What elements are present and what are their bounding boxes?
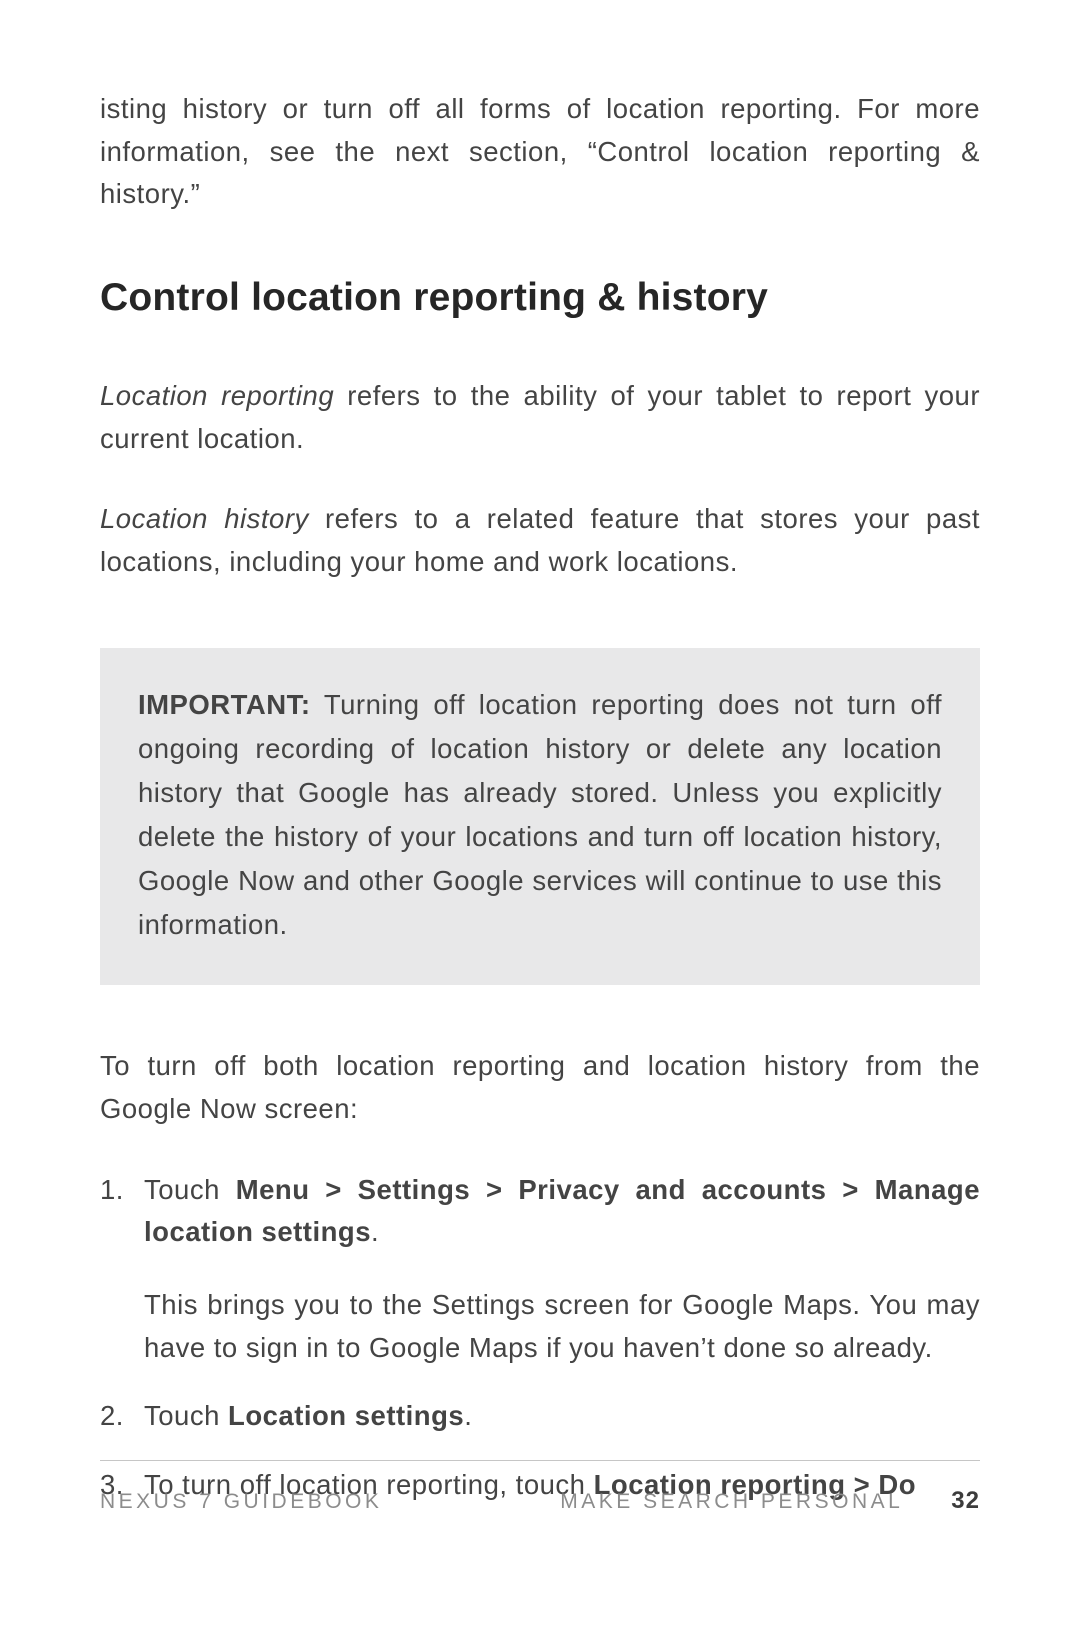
definition-location-reporting: Location reporting refers to the ability… <box>100 375 980 460</box>
callout-body: Turning off location reporting does not … <box>138 689 942 940</box>
step-action: Location settings <box>228 1400 464 1431</box>
step-text: . <box>464 1400 472 1431</box>
step-note: This brings you to the Settings screen f… <box>144 1284 980 1369</box>
step-2: Touch Location settings. <box>100 1395 980 1438</box>
step-menu-path: Menu > Settings > Privacy and accounts >… <box>144 1174 980 1248</box>
step-text: . <box>371 1216 379 1247</box>
footer-book-title: NEXUS 7 GUIDEBOOK <box>100 1490 382 1514</box>
term-location-history: Location history <box>100 503 309 534</box>
footer-divider <box>100 1460 980 1461</box>
callout-label: IMPORTANT: <box>138 689 311 720</box>
step-1: Touch Menu > Settings > Privacy and acco… <box>100 1169 980 1370</box>
document-page: isting history or turn off all forms of … <box>0 0 1080 1627</box>
step-text: Touch <box>144 1400 228 1431</box>
definition-location-history: Location history refers to a related fea… <box>100 498 980 583</box>
footer-chapter-title: MAKE SEARCH PERSONAL <box>560 1490 903 1514</box>
important-callout: IMPORTANT: Turning off location reportin… <box>100 648 980 985</box>
callout-paragraph: IMPORTANT: Turning off location reportin… <box>138 683 942 947</box>
page-footer: NEXUS 7 GUIDEBOOK MAKE SEARCH PERSONAL 3… <box>100 1460 980 1515</box>
term-location-reporting: Location reporting <box>100 380 334 411</box>
intro-paragraph-continuation: isting history or turn off all forms of … <box>100 88 980 216</box>
step-text: Touch <box>144 1174 236 1205</box>
steps-list: Touch Menu > Settings > Privacy and acco… <box>100 1169 980 1507</box>
section-heading: Control location reporting & history <box>100 276 980 320</box>
page-number: 32 <box>951 1487 980 1515</box>
steps-lead: To turn off both location reporting and … <box>100 1045 980 1130</box>
